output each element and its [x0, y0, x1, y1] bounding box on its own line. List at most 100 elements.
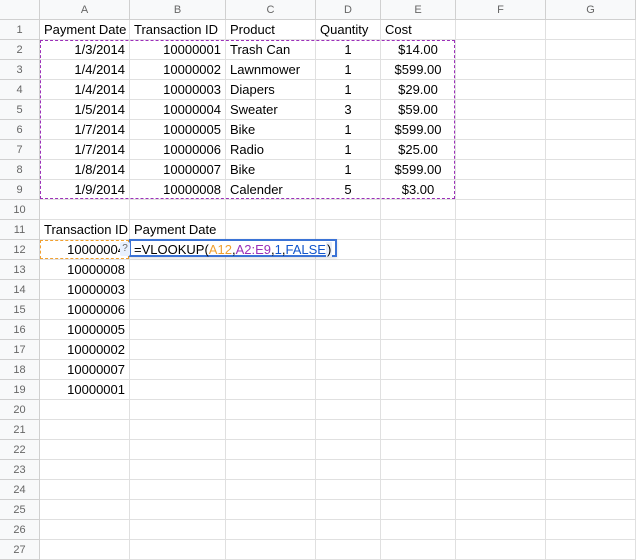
cell-D21[interactable] — [316, 420, 381, 440]
cell-G12[interactable] — [546, 240, 636, 260]
cell-A25[interactable] — [40, 500, 130, 520]
cell-F26[interactable] — [456, 520, 546, 540]
cell-C5[interactable]: Sweater — [226, 100, 316, 120]
cell-E8[interactable]: $599.00 — [381, 160, 456, 180]
cell-C16[interactable] — [226, 320, 316, 340]
cell-D13[interactable] — [316, 260, 381, 280]
cell-C4[interactable]: Diapers — [226, 80, 316, 100]
cell-G11[interactable] — [546, 220, 636, 240]
cell-E5[interactable]: $59.00 — [381, 100, 456, 120]
cell-A24[interactable] — [40, 480, 130, 500]
cell-A23[interactable] — [40, 460, 130, 480]
col-header-D[interactable]: D — [316, 0, 381, 20]
cell-E20[interactable] — [381, 400, 456, 420]
cell-E12[interactable] — [381, 240, 456, 260]
cell-E17[interactable] — [381, 340, 456, 360]
cell-F13[interactable] — [456, 260, 546, 280]
cell-C7[interactable]: Radio — [226, 140, 316, 160]
cell-C20[interactable] — [226, 400, 316, 420]
cell-G22[interactable] — [546, 440, 636, 460]
cell-E13[interactable] — [381, 260, 456, 280]
cell-B26[interactable] — [130, 520, 226, 540]
cell-G21[interactable] — [546, 420, 636, 440]
cell-D18[interactable] — [316, 360, 381, 380]
cell-C17[interactable] — [226, 340, 316, 360]
cell-C8[interactable]: Bike — [226, 160, 316, 180]
cell-D23[interactable] — [316, 460, 381, 480]
row-header-25[interactable]: 25 — [0, 500, 40, 520]
cell-B9[interactable]: 10000008 — [130, 180, 226, 200]
col-header-F[interactable]: F — [456, 0, 546, 20]
row-header-11[interactable]: 11 — [0, 220, 40, 240]
row-header-17[interactable]: 17 — [0, 340, 40, 360]
cell-B14[interactable] — [130, 280, 226, 300]
cell-F17[interactable] — [456, 340, 546, 360]
cell-E4[interactable]: $29.00 — [381, 80, 456, 100]
cell-E14[interactable] — [381, 280, 456, 300]
cell-G9[interactable] — [546, 180, 636, 200]
cell-B10[interactable] — [130, 200, 226, 220]
cell-C21[interactable] — [226, 420, 316, 440]
row-header-27[interactable]: 27 — [0, 540, 40, 560]
cell-D9[interactable]: 5 — [316, 180, 381, 200]
cell-D4[interactable]: 1 — [316, 80, 381, 100]
row-header-8[interactable]: 8 — [0, 160, 40, 180]
cell-E26[interactable] — [381, 520, 456, 540]
cell-D22[interactable] — [316, 440, 381, 460]
cell-G7[interactable] — [546, 140, 636, 160]
col-header-E[interactable]: E — [381, 0, 456, 20]
cell-C22[interactable] — [226, 440, 316, 460]
cell-C13[interactable] — [226, 260, 316, 280]
cell-C1[interactable]: Product — [226, 20, 316, 40]
cell-F3[interactable] — [456, 60, 546, 80]
col-header-C[interactable]: C — [226, 0, 316, 20]
cell-G17[interactable] — [546, 340, 636, 360]
cell-G26[interactable] — [546, 520, 636, 540]
row-header-19[interactable]: 19 — [0, 380, 40, 400]
cell-G19[interactable] — [546, 380, 636, 400]
cell-F1[interactable] — [456, 20, 546, 40]
cell-B15[interactable] — [130, 300, 226, 320]
cell-G24[interactable] — [546, 480, 636, 500]
cell-F24[interactable] — [456, 480, 546, 500]
cell-D7[interactable]: 1 — [316, 140, 381, 160]
col-header-B[interactable]: B — [130, 0, 226, 20]
cell-B27[interactable] — [130, 540, 226, 560]
spreadsheet-grid[interactable]: ABCDEFG1Payment DateTransaction IDProduc… — [0, 0, 639, 560]
cell-G8[interactable] — [546, 160, 636, 180]
cell-G15[interactable] — [546, 300, 636, 320]
cell-A11[interactable]: Transaction ID — [40, 220, 130, 240]
row-header-9[interactable]: 9 — [0, 180, 40, 200]
cell-E7[interactable]: $25.00 — [381, 140, 456, 160]
cell-G23[interactable] — [546, 460, 636, 480]
cell-D19[interactable] — [316, 380, 381, 400]
cell-B21[interactable] — [130, 420, 226, 440]
cell-A26[interactable] — [40, 520, 130, 540]
cell-G13[interactable] — [546, 260, 636, 280]
cell-B5[interactable]: 10000004 — [130, 100, 226, 120]
cell-A21[interactable] — [40, 420, 130, 440]
cell-C15[interactable] — [226, 300, 316, 320]
row-header-22[interactable]: 22 — [0, 440, 40, 460]
cell-B8[interactable]: 10000007 — [130, 160, 226, 180]
cell-F18[interactable] — [456, 360, 546, 380]
cell-F8[interactable] — [456, 160, 546, 180]
cell-G20[interactable] — [546, 400, 636, 420]
cell-C25[interactable] — [226, 500, 316, 520]
cell-B18[interactable] — [130, 360, 226, 380]
cell-C19[interactable] — [226, 380, 316, 400]
cell-C2[interactable]: Trash Can — [226, 40, 316, 60]
cell-A5[interactable]: 1/5/2014 — [40, 100, 130, 120]
cell-C3[interactable]: Lawnmower — [226, 60, 316, 80]
cell-G14[interactable] — [546, 280, 636, 300]
cell-A17[interactable]: 10000002 — [40, 340, 130, 360]
cell-B17[interactable] — [130, 340, 226, 360]
cell-E21[interactable] — [381, 420, 456, 440]
cell-G1[interactable] — [546, 20, 636, 40]
cell-B19[interactable] — [130, 380, 226, 400]
cell-D6[interactable]: 1 — [316, 120, 381, 140]
formula-editor[interactable]: ?=VLOOKUP(A12,A2:E9,1,FALSE) — [129, 239, 337, 257]
cell-A16[interactable]: 10000005 — [40, 320, 130, 340]
row-header-24[interactable]: 24 — [0, 480, 40, 500]
cell-D5[interactable]: 3 — [316, 100, 381, 120]
